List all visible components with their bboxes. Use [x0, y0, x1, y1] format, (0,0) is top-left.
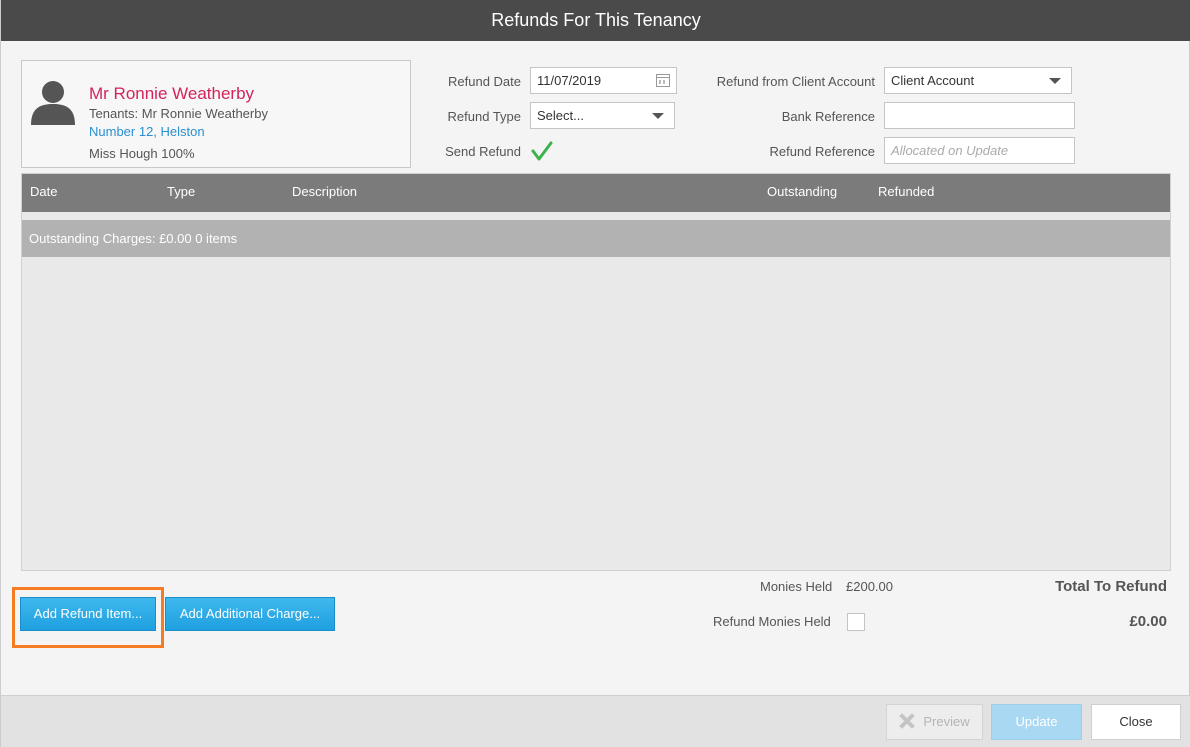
- total-to-refund-label: Total To Refund: [1055, 578, 1167, 595]
- refund-type-select[interactable]: Select...: [530, 102, 675, 129]
- refund-monies-held-checkbox[interactable]: [847, 613, 865, 631]
- refunds-dialog: Refunds For This Tenancy Mr Ronnie Weath…: [0, 0, 1190, 747]
- tenant-name[interactable]: Mr Ronnie Weatherby: [89, 84, 254, 104]
- column-outstanding[interactable]: Outstanding: [767, 184, 837, 199]
- outstanding-charges-group[interactable]: Outstanding Charges: £0.00 0 items: [22, 220, 1170, 257]
- monies-held-value: £200.00: [846, 579, 893, 594]
- grid-header: Date Type Description Outstanding Refund…: [22, 174, 1170, 212]
- refund-date-field[interactable]: 11/07/2019: [530, 67, 677, 94]
- refund-type-label: Refund Type: [447, 109, 521, 124]
- person-icon: [31, 81, 75, 125]
- close-icon: [899, 713, 915, 729]
- refund-reference-label: Refund Reference: [769, 144, 875, 159]
- send-refund-checkbox[interactable]: [531, 140, 553, 162]
- chevron-down-icon: [1049, 78, 1061, 84]
- dialog-title: Refunds For This Tenancy: [1, 0, 1190, 41]
- column-description[interactable]: Description: [292, 184, 357, 199]
- refund-items-grid: Date Type Description Outstanding Refund…: [21, 173, 1171, 571]
- total-to-refund-value: £0.00: [1129, 613, 1167, 630]
- landlord-share: Miss Hough 100%: [89, 146, 195, 161]
- refund-monies-held-label: Refund Monies Held: [713, 614, 831, 629]
- column-date[interactable]: Date: [30, 184, 57, 199]
- preview-button[interactable]: Preview: [886, 704, 983, 740]
- refund-date-label: Refund Date: [448, 74, 521, 89]
- add-additional-charge-button[interactable]: Add Additional Charge...: [165, 597, 335, 631]
- column-type[interactable]: Type: [167, 184, 195, 199]
- client-account-label: Refund from Client Account: [716, 74, 875, 89]
- refund-reference-input[interactable]: Allocated on Update: [884, 137, 1075, 164]
- add-refund-item-button[interactable]: Add Refund Item...: [20, 597, 156, 631]
- close-button[interactable]: Close: [1091, 704, 1181, 740]
- send-refund-label: Send Refund: [445, 144, 521, 159]
- column-refunded[interactable]: Refunded: [878, 184, 934, 199]
- tenants-line: Tenants: Mr Ronnie Weatherby: [89, 106, 268, 121]
- bank-reference-label: Bank Reference: [781, 109, 875, 124]
- calendar-icon[interactable]: [656, 74, 670, 87]
- bank-reference-input[interactable]: [884, 102, 1075, 129]
- preview-label: Preview: [923, 714, 970, 729]
- monies-held-label: Monies Held: [760, 579, 833, 594]
- chevron-down-icon: [652, 113, 664, 119]
- refund-type-value: Select...: [537, 108, 584, 123]
- update-button[interactable]: Update: [991, 704, 1082, 740]
- tenant-card: Mr Ronnie Weatherby Tenants: Mr Ronnie W…: [21, 60, 411, 168]
- refund-date-value: 11/07/2019: [537, 73, 602, 88]
- property-link[interactable]: Number 12, Helston: [89, 124, 205, 139]
- client-account-value: Client Account: [891, 73, 975, 88]
- client-account-select[interactable]: Client Account: [884, 67, 1072, 94]
- dialog-footer: Preview Update Close: [1, 695, 1190, 747]
